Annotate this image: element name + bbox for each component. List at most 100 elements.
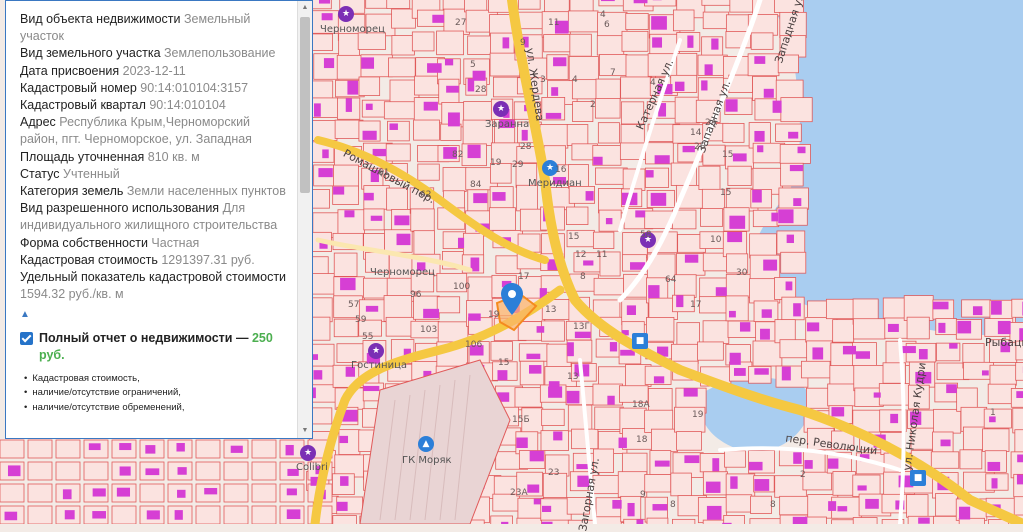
parcel[interactable]	[28, 462, 52, 480]
parcel[interactable]	[672, 344, 699, 363]
parcel[interactable]	[702, 0, 731, 5]
parcel[interactable]	[646, 317, 674, 341]
collapse-arrow-icon[interactable]: ▲	[20, 306, 288, 323]
parcel[interactable]	[490, 33, 514, 54]
parcel[interactable]	[386, 144, 410, 161]
parcel[interactable]	[309, 98, 338, 118]
parcel[interactable]	[703, 12, 729, 29]
parcel[interactable]	[673, 10, 694, 31]
parcel[interactable]	[907, 317, 929, 339]
parcel[interactable]	[359, 77, 380, 96]
parcel[interactable]	[1012, 299, 1023, 317]
parcel[interactable]	[441, 124, 461, 140]
parcel[interactable]	[334, 253, 357, 276]
parcel[interactable]	[750, 234, 777, 258]
full-report-checkbox[interactable]	[20, 332, 33, 345]
parcel[interactable]	[566, 207, 588, 225]
parcel[interactable]	[437, 31, 464, 55]
parcel[interactable]	[112, 506, 136, 524]
parcel[interactable]	[698, 342, 724, 360]
parcel[interactable]	[723, 123, 744, 142]
parcel[interactable]	[567, 125, 588, 146]
parcel[interactable]	[224, 462, 248, 480]
parcel[interactable]	[414, 231, 435, 255]
parcel[interactable]	[724, 515, 745, 524]
parcel[interactable]	[879, 384, 911, 406]
panel-scrollbar[interactable]: ▲ ▼	[297, 1, 312, 438]
location-pin-icon[interactable]	[501, 283, 523, 315]
car-icon[interactable]: ▲	[418, 436, 434, 452]
parcel[interactable]	[726, 495, 752, 512]
parcel[interactable]	[647, 518, 668, 524]
parcel[interactable]	[780, 496, 810, 514]
parcel[interactable]	[28, 440, 52, 458]
parcel[interactable]	[384, 102, 416, 119]
parcel[interactable]	[594, 278, 624, 295]
parcel[interactable]	[750, 519, 781, 524]
parcel[interactable]	[56, 462, 80, 480]
parcel[interactable]	[1015, 430, 1023, 454]
parcel[interactable]	[725, 451, 746, 467]
parcel[interactable]	[196, 506, 220, 524]
parcel[interactable]	[964, 362, 994, 379]
parcel[interactable]	[781, 98, 812, 122]
parcel[interactable]	[252, 462, 276, 480]
parcel-info-panel[interactable]: Вид объекта недвижимости Земельный участ…	[5, 0, 313, 439]
parcel[interactable]	[703, 321, 729, 344]
parcel[interactable]	[931, 452, 958, 468]
parcel[interactable]	[907, 495, 928, 518]
parcel[interactable]	[84, 462, 108, 480]
parcel[interactable]	[518, 0, 540, 9]
parcel[interactable]	[645, 475, 671, 492]
parcel[interactable]	[775, 278, 796, 300]
parcel[interactable]	[540, 125, 568, 149]
parcel[interactable]	[595, 168, 627, 184]
parcel[interactable]	[934, 409, 961, 433]
parcel[interactable]	[1013, 408, 1023, 433]
parcel[interactable]	[593, 232, 613, 248]
parcel[interactable]	[545, 0, 570, 13]
parcel[interactable]	[310, 34, 332, 51]
parcel[interactable]	[651, 429, 677, 452]
parcel[interactable]	[596, 517, 621, 524]
parcel[interactable]	[224, 484, 248, 502]
parcel[interactable]	[622, 453, 647, 474]
parcel[interactable]	[358, 33, 385, 50]
parcel[interactable]	[699, 166, 720, 189]
parcel[interactable]	[517, 185, 538, 211]
parcel[interactable]	[252, 506, 276, 524]
parcel[interactable]	[418, 164, 439, 180]
parcel[interactable]	[224, 506, 248, 524]
parcel[interactable]	[626, 13, 648, 29]
parcel[interactable]	[196, 440, 220, 458]
parcel[interactable]	[542, 409, 565, 425]
scroll-up-icon[interactable]: ▲	[298, 1, 312, 15]
parcel[interactable]	[541, 321, 564, 341]
parcel[interactable]	[622, 31, 648, 51]
parcel[interactable]	[648, 388, 672, 410]
parcel[interactable]	[56, 440, 80, 458]
parcel[interactable]	[751, 496, 772, 513]
parcel[interactable]	[412, 32, 434, 51]
parcel[interactable]	[904, 296, 933, 321]
parcel[interactable]	[751, 33, 773, 49]
parcel[interactable]	[252, 440, 276, 458]
parcel[interactable]	[0, 484, 24, 502]
parcel[interactable]	[677, 53, 697, 77]
parcel[interactable]	[437, 297, 459, 313]
parcel[interactable]	[443, 167, 466, 191]
full-report-label[interactable]: Полный отчет о недвижимости — 250 руб.	[39, 330, 288, 364]
parcel[interactable]	[780, 340, 809, 358]
parcel[interactable]	[196, 462, 220, 480]
parcel[interactable]	[990, 365, 1016, 385]
parcel[interactable]	[387, 0, 410, 8]
parcel[interactable]	[675, 275, 696, 298]
parcel[interactable]	[833, 320, 854, 343]
parcel[interactable]	[753, 341, 782, 366]
parcel[interactable]	[496, 256, 520, 274]
parcel[interactable]	[1016, 363, 1023, 381]
parcel[interactable]	[568, 405, 592, 431]
parcel[interactable]	[936, 493, 958, 516]
parcel[interactable]	[570, 34, 591, 56]
full-report-option[interactable]: Полный отчет о недвижимости — 250 руб.	[20, 330, 288, 364]
